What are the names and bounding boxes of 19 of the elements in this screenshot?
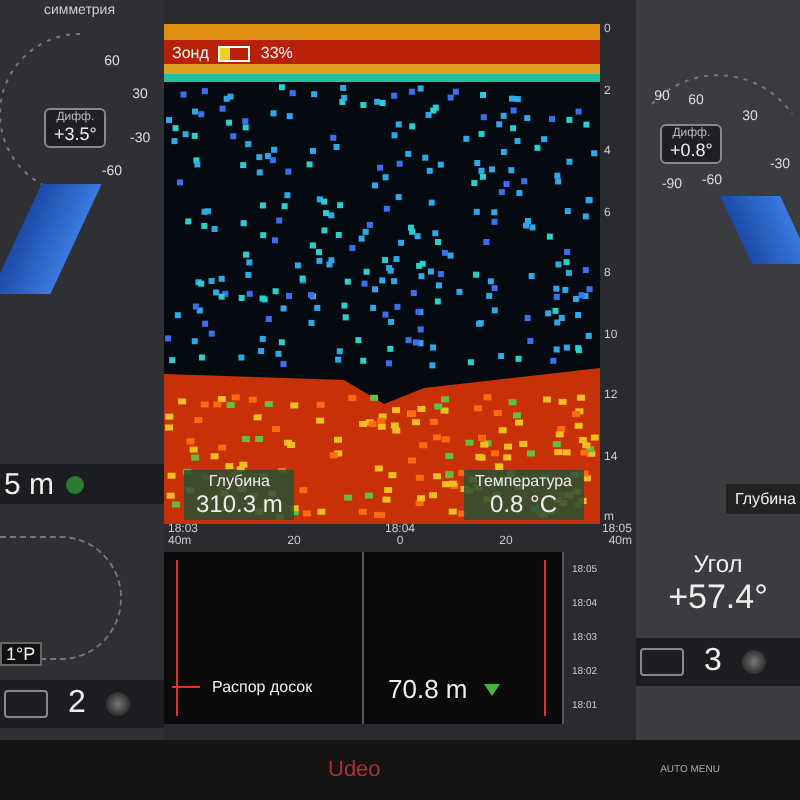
legend-line-icon [172, 686, 200, 688]
legend-label: Распор досок [212, 678, 313, 696]
sonar-label: Зонд [172, 44, 209, 62]
counter-readout: 2 [0, 680, 164, 728]
battery-icon [218, 45, 251, 61]
board-drawing [720, 196, 800, 264]
distance-readout: 5 m [0, 464, 164, 504]
signal-icon [483, 683, 500, 695]
monitor-logo: Udeo [328, 758, 381, 782]
spread-value: 70.8 m [388, 674, 468, 704]
counter-readout: 3 [636, 638, 800, 686]
board-drawing [0, 184, 102, 294]
angle-label: Угол [691, 550, 745, 578]
battery-percent: 33% [260, 44, 293, 62]
sonar-readout: Температура 0.8 °C [463, 470, 584, 520]
angle-value: +57.4° [666, 578, 770, 618]
depth-label: Глубина [726, 484, 800, 514]
sonar-readout: Глубина 310.3 m [184, 470, 295, 520]
pitch-gauge: 1°P [0, 536, 122, 660]
